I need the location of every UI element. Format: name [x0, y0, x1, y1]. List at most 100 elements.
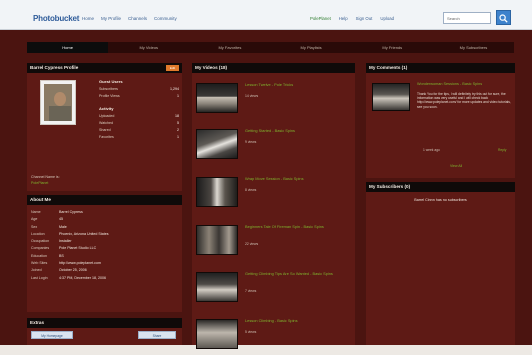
about-value: 4:37 PM, December 18, 2006	[59, 275, 106, 280]
about-key: Education	[31, 253, 47, 258]
video-thumbnail[interactable]	[196, 177, 238, 207]
extras-header: Extras	[27, 318, 182, 328]
sign-out-link[interactable]: Sign Out	[356, 16, 373, 21]
activity-value: 2	[177, 128, 179, 132]
profile-panel-title: Barrel Cypress Profile	[30, 65, 79, 70]
subscribers-empty-text: Barrel Cinnn has no subscribers	[414, 198, 467, 202]
profile-tabs: Home My Videos My Favorites My Playlists…	[27, 42, 514, 53]
about-key: Companies	[31, 246, 50, 251]
nav-my-profile[interactable]: My Profile	[101, 16, 121, 21]
site-logo[interactable]: Photobucket	[33, 14, 79, 23]
comment-body: Thank You for the tips, I will definitel…	[417, 92, 511, 109]
tab-my-favorites[interactable]: My Favorites	[189, 42, 270, 53]
video-item[interactable]: Getting Climbing Tips Are So Wanted - Ba…	[196, 271, 363, 308]
page: Photobucket Home My Profile Channels Com…	[0, 0, 532, 349]
avatar	[40, 80, 76, 125]
nav-channels[interactable]: Channels	[128, 16, 147, 21]
upload-link[interactable]: Upload	[380, 16, 394, 21]
video-item[interactable]: Beginners Tale Of Fireman Spin - Basic S…	[196, 224, 363, 261]
share-button[interactable]: Share	[138, 331, 176, 339]
activity-label: Uploaded	[99, 114, 115, 118]
about-key: Web Sites	[31, 261, 48, 266]
username-link[interactable]: PolePlanet	[310, 16, 331, 21]
tab-home[interactable]: Home	[27, 42, 109, 53]
top-nav: Home My Profile Channels Community	[82, 16, 177, 21]
videos-header: My Videos (18)	[192, 63, 355, 73]
video-title[interactable]: Getting Started - Basic Spins	[245, 128, 355, 134]
nav-home[interactable]: Home	[82, 16, 94, 21]
video-title[interactable]: Lesson Twelve - Pole Tricks	[245, 82, 355, 88]
comment-reply-link[interactable]: Reply	[498, 148, 506, 152]
about-value: BS	[59, 253, 64, 258]
about-row: Education BS	[31, 254, 182, 258]
search-icon	[499, 14, 508, 23]
video-item[interactable]: Lesson Climbing - Basic Spins 5 views	[196, 318, 363, 355]
profile-stats: Guest Users Subscribers 1,294 Profile Vie…	[99, 79, 179, 142]
activity-header: Activity	[99, 106, 114, 111]
stat-label: Profile Views	[99, 94, 120, 98]
about-row: Joined October 25, 2006	[31, 268, 182, 272]
video-item[interactable]: Wrap Move Session - Basic Spins 8 views	[196, 176, 363, 213]
comment-video-title[interactable]: Wonderwoman Sessions - Basic Spins	[417, 82, 511, 87]
tab-my-videos[interactable]: My Videos	[108, 42, 189, 53]
activity-value: 5	[177, 121, 179, 125]
tab-my-playlists[interactable]: My Playlists	[271, 42, 352, 53]
nav-community[interactable]: Community	[154, 16, 177, 21]
about-value: Pole Planet Studio LLC	[59, 246, 97, 251]
help-link[interactable]: Help	[339, 16, 348, 21]
about-key: Age	[31, 217, 38, 222]
activity-value: 1	[177, 135, 179, 139]
tab-my-friends[interactable]: My Friends	[352, 42, 433, 53]
video-thumbnail[interactable]	[196, 225, 238, 255]
about-key: Occupation	[31, 239, 50, 244]
view-all-comments-link[interactable]: View All	[450, 164, 462, 168]
video-meta: 5 views	[245, 330, 257, 334]
search-button[interactable]	[496, 10, 511, 25]
video-thumbnail[interactable]	[196, 272, 238, 302]
activity-label: Shared	[99, 128, 111, 132]
about-key: Sex	[31, 224, 38, 229]
video-title[interactable]: Wrap Move Session - Basic Spins	[245, 176, 355, 182]
search-input[interactable]: Search	[443, 12, 491, 24]
about-row: Last Login 4:37 PM, December 18, 2006	[31, 276, 182, 280]
channel-label: Channel Name is:	[31, 175, 60, 179]
about-key: Last Login	[31, 275, 48, 280]
comments-panel: My Comments (1) Wonderwoman Sessions - B…	[366, 63, 515, 178]
video-item[interactable]: Lesson Twelve - Pole Tricks 14 views	[196, 82, 363, 119]
profile-panel: Barrel Cypress Profile Edit Guest Users …	[27, 63, 182, 191]
subscribers-panel: My Subscribers (0) Barrel Cinnn has no s…	[366, 182, 515, 345]
video-title[interactable]: Getting Climbing Tips Are So Wanted - Ba…	[245, 271, 355, 277]
about-value: Phoenix, Arizona United States	[59, 231, 109, 236]
account-links: PolePlanet Help Sign Out Upload	[310, 16, 394, 21]
edit-profile-button[interactable]: Edit	[166, 65, 179, 71]
comments-header: My Comments (1)	[366, 63, 515, 73]
about-row: Sex Male	[31, 225, 182, 229]
subscribers-header: My Subscribers (0)	[366, 182, 515, 192]
homepage-button[interactable]: My Homepage	[31, 331, 73, 339]
about-key: Location	[31, 231, 45, 236]
website-link[interactable]: http://www.poleplanet.com	[59, 261, 101, 265]
about-value: 45	[59, 217, 63, 222]
about-row: Age 45	[31, 217, 182, 221]
about-me-header: About Me	[27, 195, 182, 205]
tab-my-subscribers[interactable]: My Subscribers	[433, 42, 514, 53]
video-thumbnail[interactable]	[196, 129, 238, 159]
stat-value: 1	[177, 94, 179, 98]
stat-value: 1,294	[170, 87, 179, 91]
profile-panel-header: Barrel Cypress Profile Edit	[27, 63, 182, 73]
about-row: Location Phoenix, Arizona United States	[31, 232, 182, 236]
activity-label: Watched	[99, 121, 114, 125]
video-thumbnail[interactable]	[196, 83, 238, 113]
video-title[interactable]: Lesson Climbing - Basic Spins	[245, 318, 355, 324]
about-value: Barrel Cypress	[59, 210, 83, 214]
video-meta: 14 views	[245, 94, 259, 98]
about-value: Installer	[59, 239, 72, 244]
channel-link[interactable]: PolePlanet	[31, 181, 48, 185]
video-item[interactable]: Getting Started - Basic Spins 9 views	[196, 128, 363, 165]
video-meta: 9 views	[245, 140, 257, 144]
video-title[interactable]: Beginners Tale Of Fireman Spin - Basic S…	[245, 224, 355, 230]
video-meta: 22 views	[245, 242, 259, 246]
comment-video-thumbnail[interactable]	[372, 83, 410, 111]
activity-label: Favorites	[99, 135, 114, 139]
about-me-rows: Name Barrel Cypress Age 45 Sex Male Locatio…	[27, 205, 182, 280]
